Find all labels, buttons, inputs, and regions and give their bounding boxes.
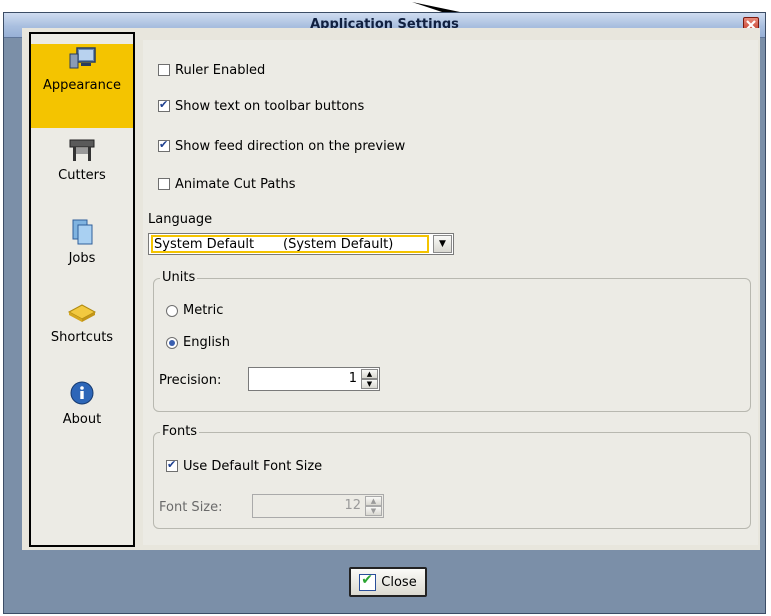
radio-circle[interactable] [166, 304, 178, 317]
show-toolbar-text-checkbox[interactable]: Show text on toolbar buttons [158, 97, 364, 115]
chevron-down-icon[interactable]: ▼ [365, 506, 382, 516]
checkbox-label: Ruler Enabled [175, 62, 266, 78]
chevron-down-icon[interactable]: ▼ [433, 235, 452, 253]
checkbox-label: Show feed direction on the preview [175, 138, 406, 154]
stepper-buttons[interactable]: ▲ ▼ [361, 369, 378, 389]
keyboard-icon [67, 304, 97, 322]
appearance-panel: Ruler Enabled Show text on toolbar butto… [143, 40, 758, 545]
sidebar-item-about[interactable]: About [31, 378, 133, 428]
chevron-down-icon[interactable]: ▼ [361, 379, 378, 389]
checkbox-label: Use Default Font Size [183, 458, 323, 474]
font-size-value: 12 [344, 498, 361, 513]
show-feed-direction-checkbox[interactable]: Show feed direction on the preview [158, 137, 405, 155]
language-label: Language [148, 212, 213, 227]
language-value: System Default (System Default) [151, 235, 429, 253]
language-select[interactable]: System Default (System Default) ▼ [148, 233, 454, 255]
font-size-label: Font Size: [159, 500, 223, 515]
documents-icon [72, 219, 93, 245]
fonts-legend: Fonts [160, 424, 200, 439]
checkbox-box[interactable] [158, 138, 170, 152]
chevron-up-icon[interactable]: ▲ [361, 369, 378, 379]
checkbox-box[interactable] [158, 178, 170, 190]
radio-label: English [183, 335, 230, 350]
radio-label: Metric [183, 303, 224, 318]
checkmark-icon [359, 572, 377, 591]
checkbox-box[interactable] [158, 64, 170, 76]
checkbox-label: Animate Cut Paths [175, 176, 296, 192]
monitor-icon [69, 47, 96, 69]
units-group: Units Metric English Precision: 1 ▲ ▼ [153, 270, 751, 412]
close-button-label: Close [381, 574, 417, 590]
sidebar-item-label: Cutters [58, 168, 106, 183]
radio-circle[interactable] [166, 336, 178, 349]
animate-cut-paths-checkbox[interactable]: Animate Cut Paths [158, 175, 295, 193]
stepper-buttons[interactable]: ▲ ▼ [365, 496, 382, 516]
precision-value: 1 [348, 371, 357, 386]
sidebar-item-shortcuts[interactable]: Shortcuts [31, 296, 133, 346]
sidebar-item-label: Shortcuts [50, 330, 114, 345]
sidebar-item-label: Appearance [42, 78, 122, 93]
metric-radio[interactable]: Metric [166, 303, 223, 318]
font-size-stepper[interactable]: 12 ▲ ▼ [252, 494, 384, 518]
english-radio[interactable]: English [166, 335, 230, 350]
ruler-enabled-checkbox[interactable]: Ruler Enabled [158, 61, 265, 79]
sidebar-item-label: About [62, 412, 102, 427]
sidebar-item-cutters[interactable]: Cutters [31, 134, 133, 184]
settings-sidebar: Appearance Cutters Jobs Shortcuts About [29, 32, 135, 547]
precision-label: Precision: [159, 373, 222, 388]
sidebar-item-jobs[interactable]: Jobs [31, 217, 133, 267]
info-icon [70, 381, 94, 405]
chevron-up-icon[interactable]: ▲ [365, 496, 382, 506]
fonts-group: Fonts Use Default Font Size Font Size: 1… [153, 424, 751, 529]
sidebar-item-appearance[interactable]: Appearance [31, 44, 133, 128]
plotter-icon [69, 139, 95, 161]
units-legend: Units [160, 270, 198, 285]
precision-stepper[interactable]: 1 ▲ ▼ [248, 367, 380, 391]
close-button[interactable]: Close [349, 567, 427, 597]
checkbox-box[interactable] [158, 98, 170, 112]
use-default-font-size-checkbox[interactable]: Use Default Font Size [166, 457, 322, 475]
checkbox-label: Show text on toolbar buttons [175, 98, 365, 114]
sidebar-item-label: Jobs [68, 251, 96, 266]
checkbox-box[interactable] [166, 458, 178, 472]
